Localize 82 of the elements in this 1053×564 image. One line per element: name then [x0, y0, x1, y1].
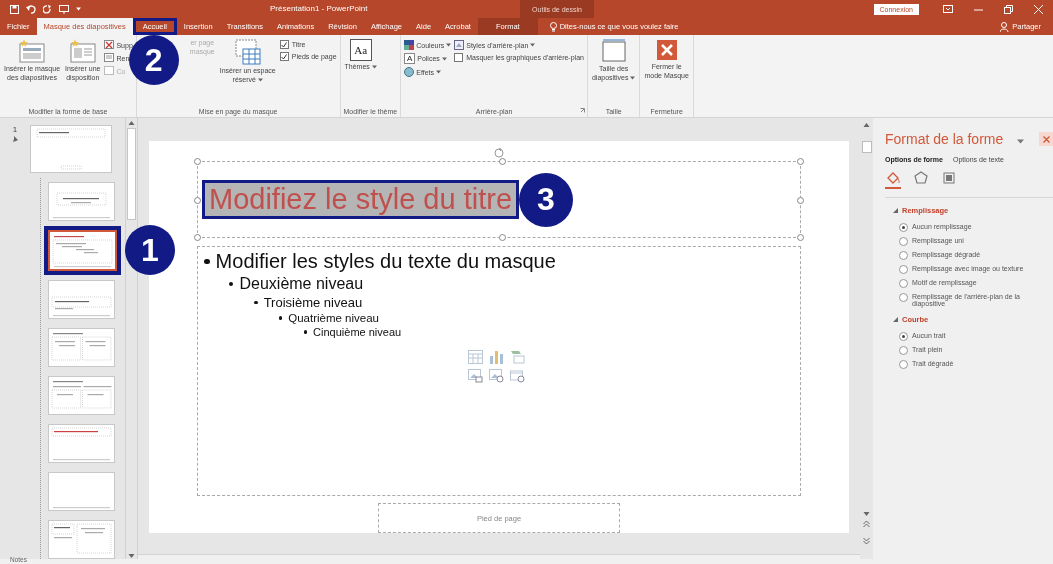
slide-size-icon [600, 39, 627, 63]
bullet-text: Deuxième niveau [239, 275, 364, 293]
slide-thumbnail[interactable] [48, 472, 115, 511]
close-icon[interactable] [1033, 4, 1043, 14]
undo-icon[interactable] [26, 4, 36, 14]
bullet-icon [279, 316, 283, 320]
dialog-launcher-icon[interactable] [579, 108, 585, 113]
radio-button[interactable] [899, 265, 908, 274]
save-icon[interactable] [10, 4, 19, 14]
close-icon [1042, 135, 1050, 143]
bullet-icon [304, 330, 308, 334]
caret-icon [76, 7, 81, 11]
redo-icon[interactable] [43, 4, 52, 14]
slide-layout-icon [69, 39, 96, 63]
callout-number: 3 [519, 172, 573, 227]
insert-picture-icon[interactable] [468, 369, 483, 383]
slide-thumbnail[interactable] [48, 520, 115, 559]
radio-button[interactable] [899, 279, 908, 288]
radio-button[interactable] [899, 346, 908, 355]
next-slide-icon[interactable] [863, 537, 870, 545]
colors-icon [404, 40, 415, 50]
bullet-icon [204, 258, 210, 265]
slide-thumbnail[interactable] [48, 182, 115, 221]
dropdown-caret-icon[interactable] [1017, 139, 1025, 144]
paint-bucket-icon[interactable] [885, 171, 901, 189]
pane-title: Format de la forme [885, 131, 1004, 147]
scrollbar[interactable] [125, 118, 137, 559]
bullet-text: Troisième niveau [263, 295, 363, 310]
slide-thumbnail[interactable] [30, 125, 112, 173]
restore-icon[interactable] [1003, 4, 1013, 14]
delete-slide-icon [104, 40, 115, 50]
content-placeholder[interactable]: Modifier les styles du texte du masque Deuxième niveau Troisième niveau Quatrième niveau Cinquième niveau [197, 246, 801, 496]
bullet-icon [229, 281, 234, 287]
preserve-icon [104, 66, 115, 76]
radio-button[interactable] [899, 360, 908, 369]
radio-button[interactable] [899, 293, 908, 302]
bullet-text: Cinquième niveau [313, 326, 402, 338]
scroll-thumb[interactable] [861, 141, 872, 153]
slide-number: 1 [12, 125, 18, 134]
insert-table-icon[interactable] [468, 350, 483, 364]
scroll-thumb[interactable] [127, 128, 136, 220]
close-pane-button[interactable] [1039, 132, 1053, 146]
insert-video-icon[interactable] [510, 369, 525, 383]
expanded-triangle-icon[interactable] [893, 317, 898, 322]
ribbon-display-icon[interactable] [943, 5, 953, 13]
checkbox[interactable] [454, 53, 464, 62]
slide-thumbnail[interactable] [48, 376, 115, 415]
rotate-handle-icon[interactable] [494, 148, 504, 158]
previous-slide-icon[interactable] [863, 520, 870, 528]
insert-smartart-icon[interactable] [510, 350, 525, 364]
themes-icon: Aa [349, 39, 372, 61]
radio-button[interactable] [899, 237, 908, 246]
scroll-down-icon[interactable] [863, 510, 870, 517]
close-master-icon [655, 39, 678, 61]
title-placeholder[interactable]: Modifiez le style du titre 3 [197, 161, 801, 238]
checkbox[interactable] [279, 52, 289, 61]
radio-button[interactable] [899, 332, 908, 341]
expanded-triangle-icon[interactable] [893, 208, 898, 213]
person-icon [1000, 21, 1010, 32]
online-picture-icon[interactable] [489, 369, 504, 383]
fonts-icon: A [404, 53, 416, 64]
bullet-text: Quatrième niveau [288, 312, 379, 324]
placeholder-icon [234, 39, 261, 65]
effects-icon [404, 67, 415, 77]
bullet-text: Modifier les styles du texte du masque [215, 250, 556, 273]
presentation-icon[interactable] [59, 4, 69, 14]
background-styles-icon [454, 40, 465, 50]
scroll-up-icon[interactable] [863, 121, 870, 128]
radio-button[interactable] [899, 251, 908, 260]
slide-thumbnail[interactable] [48, 424, 115, 463]
scroll-up-icon[interactable] [128, 120, 135, 126]
slide-thumbnail[interactable] [48, 280, 115, 319]
scroll-down-icon[interactable] [128, 553, 135, 559]
radio-button[interactable] [899, 223, 908, 232]
lightbulb-icon [549, 21, 557, 32]
slide-thumbnail[interactable] [48, 328, 115, 367]
window-title: Présentation1 - PowerPoint [270, 4, 368, 13]
slide-master-icon [19, 39, 45, 63]
rename-icon [104, 53, 115, 63]
checkbox[interactable] [279, 40, 289, 49]
insert-chart-icon[interactable] [489, 350, 504, 364]
bullet-icon [254, 300, 258, 305]
